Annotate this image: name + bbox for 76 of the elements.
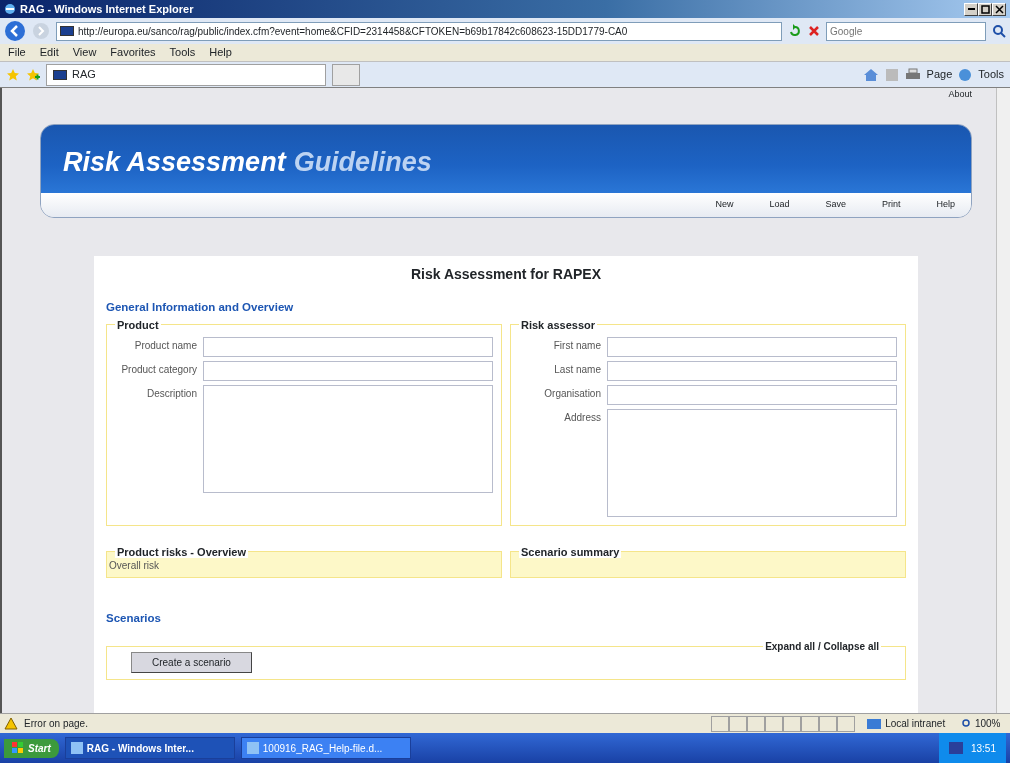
collapse-all-link[interactable]: Collapse all	[823, 640, 879, 652]
site-title: Risk Assessment	[63, 146, 286, 179]
field-label: Product category	[120, 362, 197, 376]
text-field[interactable]	[607, 384, 897, 405]
close-button[interactable]	[992, 2, 1006, 16]
refresh-icon[interactable]	[788, 24, 802, 38]
field-label: Organisation	[543, 386, 601, 400]
status-message: Error on page.	[24, 717, 88, 731]
magnifier-icon	[962, 718, 973, 729]
text-area[interactable]	[607, 408, 897, 517]
home-icon[interactable]	[862, 67, 879, 82]
maximize-button[interactable]	[978, 2, 992, 16]
browser-icon	[4, 3, 16, 15]
fieldset-legend: Product	[115, 318, 161, 331]
browser-tab[interactable]: RAG	[46, 63, 326, 86]
forward-icon[interactable]	[32, 22, 50, 40]
fieldset-legend: Product risks - Overview	[115, 545, 248, 558]
text-field[interactable]	[203, 336, 493, 357]
page-icon	[53, 69, 67, 80]
nav-link[interactable]: Help	[936, 197, 955, 212]
favorites-star-icon[interactable]	[6, 67, 20, 82]
window-title: RAG - Windows Internet Explorer	[20, 1, 194, 17]
nav-link[interactable]: New	[715, 197, 734, 212]
expand-all-link[interactable]: Expand all	[765, 640, 816, 652]
menu-item[interactable]: View	[72, 44, 97, 61]
zoom-control[interactable]: 100%	[956, 716, 1006, 731]
field-label: Address	[563, 410, 601, 424]
add-favorite-icon[interactable]	[26, 67, 40, 82]
menu-item[interactable]: Tools	[169, 44, 196, 61]
back-icon[interactable]	[4, 20, 26, 42]
menu-item[interactable]: Favorites	[110, 44, 156, 61]
text-field[interactable]	[607, 336, 897, 357]
warning-icon	[4, 717, 18, 730]
close-icon	[993, 3, 1005, 15]
section-heading: Scenarios	[106, 610, 162, 626]
minimize-icon	[967, 8, 975, 10]
minimize-button[interactable]	[964, 2, 978, 16]
create-scenario-button[interactable]: Create a scenario	[131, 651, 252, 673]
command-menu[interactable]: Tools	[978, 66, 1004, 83]
search-icon[interactable]	[992, 24, 1006, 38]
nav-link[interactable]: Load	[769, 197, 790, 212]
field-label: Description	[145, 386, 197, 400]
security-zone: Local intranet	[885, 717, 946, 731]
field-label: Product name	[133, 338, 197, 352]
scroll-bar[interactable]	[996, 88, 1010, 713]
printer-icon[interactable]	[904, 67, 921, 82]
menu-item[interactable]: File	[8, 44, 26, 61]
command-menu[interactable]: Page	[926, 66, 953, 83]
text-area[interactable]	[203, 384, 493, 493]
summary-text: Overall risk	[108, 558, 160, 573]
windows-logo-icon	[12, 742, 24, 754]
link-separator: /	[817, 640, 821, 652]
taskbar-item[interactable]: 100916_RAG_Help-file.d...	[240, 737, 411, 759]
taskbar-item[interactable]: RAG - Windows Inter...	[64, 737, 235, 759]
about-link[interactable]: About	[948, 88, 972, 102]
menu-item[interactable]: Help	[209, 44, 232, 61]
page-icon	[60, 26, 74, 36]
search-field[interactable]: Google	[826, 21, 986, 41]
fieldset-legend: Scenario summary	[519, 545, 622, 558]
section-heading: General Information and Overview	[106, 299, 295, 315]
menu-item[interactable]: Edit	[39, 44, 59, 61]
address-field[interactable]: http://europa.eu/sanco/rag/public/index.cfm?event=home&CFID=2314458&CFTOKEN=b69b17842c608623-15DD1779-CA0	[56, 21, 782, 41]
maximize-icon	[979, 3, 991, 15]
clock: 13:51	[970, 741, 996, 756]
text-field[interactable]	[607, 360, 897, 381]
stop-icon[interactable]	[808, 25, 820, 37]
field-label: First name	[552, 338, 601, 352]
new-tab-button[interactable]	[332, 63, 360, 86]
field-label: Last name	[553, 362, 601, 376]
site-title-highlight: Guidelines	[293, 146, 432, 179]
text-field[interactable]	[203, 360, 493, 381]
fieldset-legend: Risk assessor	[519, 318, 597, 331]
start-button[interactable]: Start	[4, 738, 59, 758]
form-title: Risk Assessment for RAPEX	[409, 264, 603, 284]
nav-link[interactable]: Print	[881, 197, 901, 212]
nav-link[interactable]: Save	[825, 197, 846, 212]
